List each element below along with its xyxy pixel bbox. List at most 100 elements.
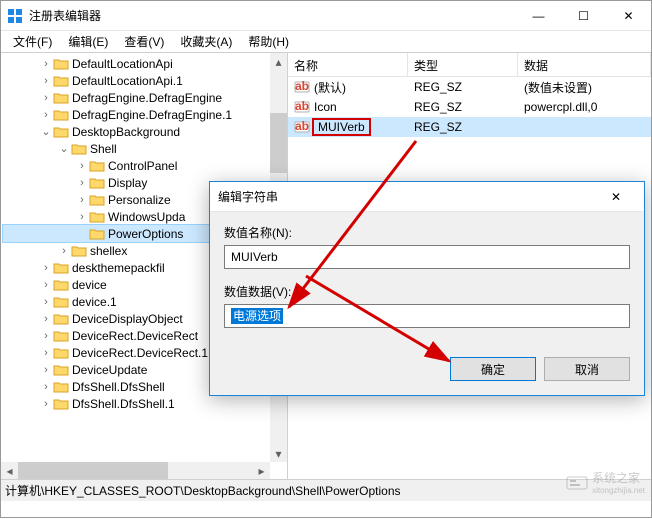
window-title: 注册表编辑器 <box>29 7 516 24</box>
value-type: REG_SZ <box>408 100 518 114</box>
value-data: (数值未设置) <box>518 79 651 96</box>
tree-label: DefragEngine.DefragEngine.1 <box>72 108 232 122</box>
folder-icon <box>53 278 69 292</box>
ok-button[interactable]: 确定 <box>450 357 536 381</box>
expand-icon[interactable]: › <box>39 380 53 394</box>
tree-label: DefragEngine.DefragEngine <box>72 91 222 105</box>
folder-icon <box>53 363 69 377</box>
tree-label: DeviceUpdate <box>72 363 147 377</box>
menu-help[interactable]: 帮助(H) <box>240 31 297 52</box>
tree-item[interactable]: ⌄DesktopBackground <box>3 123 287 140</box>
tree-label: DfsShell.DfsShell.1 <box>72 397 175 411</box>
svg-text:ab: ab <box>295 119 309 133</box>
tree-item[interactable]: › DfsShell.DfsShell.1 <box>3 395 287 412</box>
value-name-input[interactable] <box>224 245 630 269</box>
tree-label: DeviceRect.DeviceRect.1 <box>72 346 208 360</box>
menu-favorites[interactable]: 收藏夹(A) <box>172 31 240 52</box>
tree-label: Personalize <box>108 193 171 207</box>
collapse-icon[interactable]: ⌄ <box>39 125 53 139</box>
expand-icon[interactable]: › <box>39 363 53 377</box>
cancel-button[interactable]: 取消 <box>544 357 630 381</box>
expand-icon[interactable]: › <box>39 261 53 275</box>
menu-edit[interactable]: 编辑(E) <box>60 31 116 52</box>
folder-icon <box>53 74 69 88</box>
column-data[interactable]: 数据 <box>518 53 651 76</box>
expand-icon[interactable]: › <box>75 193 89 207</box>
svg-text:ab: ab <box>295 79 309 93</box>
horizontal-scrollbar[interactable]: ◂ ▸ <box>1 462 270 479</box>
tree-item[interactable]: › DefragEngine.DefragEngine <box>3 89 287 106</box>
tree-item[interactable]: › DefaultLocationApi.1 <box>3 72 287 89</box>
column-name[interactable]: 名称 <box>288 53 408 76</box>
expand-icon[interactable]: › <box>39 329 53 343</box>
folder-icon <box>89 193 105 207</box>
expand-icon[interactable]: › <box>39 108 53 122</box>
expand-icon[interactable]: › <box>39 74 53 88</box>
dialog-close-button[interactable]: ✕ <box>596 183 636 211</box>
expand-icon[interactable]: › <box>39 295 53 309</box>
status-path: 计算机\HKEY_CLASSES_ROOT\DesktopBackground\… <box>5 482 401 499</box>
tree-label: DfsShell.DfsShell <box>72 380 165 394</box>
folder-icon <box>89 176 105 190</box>
tree-item[interactable]: › DefragEngine.DefragEngine.1 <box>3 106 287 123</box>
menu-view[interactable]: 查看(V) <box>116 31 172 52</box>
value-data-input[interactable]: 电源选项 <box>224 304 630 328</box>
expand-icon[interactable]: › <box>39 278 53 292</box>
app-icon <box>7 8 23 24</box>
collapse-icon[interactable]: ⌄ <box>57 142 71 156</box>
column-type[interactable]: 类型 <box>408 53 518 76</box>
tree-label: deskthemepackfil <box>72 261 165 275</box>
value-name: MUIVerb <box>312 118 371 136</box>
folder-icon <box>53 261 69 275</box>
folder-icon <box>53 329 69 343</box>
expand-icon[interactable]: › <box>57 244 71 258</box>
titlebar: 注册表编辑器 — ☐ ✕ <box>1 1 651 31</box>
expand-icon[interactable]: › <box>75 159 89 173</box>
tree-label: device.1 <box>72 295 117 309</box>
value-type: REG_SZ <box>408 80 518 94</box>
tree-label: DefaultLocationApi.1 <box>72 74 183 88</box>
string-value-icon: ab <box>294 79 310 95</box>
folder-icon <box>53 125 69 139</box>
tree-label: ControlPanel <box>108 159 177 173</box>
tree-item[interactable]: ⌄ Shell <box>3 140 287 157</box>
list-row[interactable]: ab (默认) REG_SZ(数值未设置) <box>288 77 651 97</box>
tree-label: DeviceRect.DeviceRect <box>72 329 198 343</box>
expand-icon[interactable]: › <box>39 346 53 360</box>
expand-icon[interactable]: › <box>39 312 53 326</box>
folder-icon <box>53 295 69 309</box>
folder-icon <box>89 227 105 241</box>
edit-string-dialog: 编辑字符串 ✕ 数值名称(N): 数值数据(V): 电源选项 确定 取消 <box>209 181 645 396</box>
list-row[interactable]: abIconREG_SZpowercpl.dll,0 <box>288 97 651 117</box>
tree-label: Shell <box>90 142 117 156</box>
tree-item[interactable]: › ControlPanel <box>3 157 287 174</box>
close-button[interactable]: ✕ <box>606 1 651 30</box>
tree-label: Display <box>108 176 147 190</box>
folder-icon <box>53 397 69 411</box>
tree-item[interactable]: › DefaultLocationApi <box>3 55 287 72</box>
menu-file[interactable]: 文件(F) <box>5 31 60 52</box>
folder-icon <box>71 142 87 156</box>
folder-icon <box>53 91 69 105</box>
value-name: Icon <box>314 100 337 114</box>
value-data-label: 数值数据(V): <box>224 283 630 300</box>
list-row[interactable]: abMUIVerb REG_SZ <box>288 117 651 137</box>
expand-icon[interactable]: › <box>39 91 53 105</box>
expand-icon[interactable]: › <box>75 176 89 190</box>
maximize-button[interactable]: ☐ <box>561 1 606 30</box>
tree-label: shellex <box>90 244 127 258</box>
svg-text:ab: ab <box>295 99 309 113</box>
expand-icon[interactable]: › <box>75 210 89 224</box>
tree-label: DefaultLocationApi <box>72 57 173 71</box>
folder-icon <box>53 346 69 360</box>
folder-icon <box>53 108 69 122</box>
minimize-button[interactable]: — <box>516 1 561 30</box>
folder-icon <box>53 380 69 394</box>
folder-icon <box>71 244 87 258</box>
tree-label: PowerOptions <box>108 227 183 241</box>
statusbar: 计算机\HKEY_CLASSES_ROOT\DesktopBackground\… <box>1 479 651 501</box>
expand-icon[interactable]: › <box>39 57 53 71</box>
value-type: REG_SZ <box>408 120 518 134</box>
expand-icon[interactable]: › <box>39 397 53 411</box>
value-name: (默认) <box>314 79 346 96</box>
